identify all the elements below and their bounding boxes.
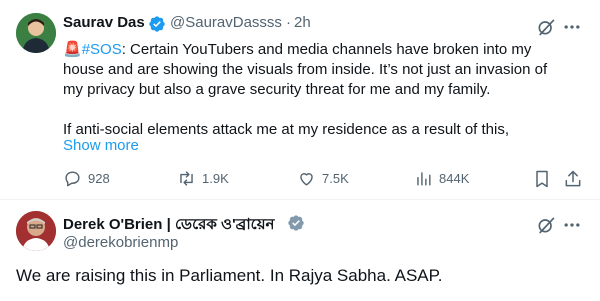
- retweet-count: 1.9K: [202, 171, 229, 186]
- reply-text: We are raising this in Parliament. In Ra…: [16, 266, 443, 285]
- tweet-text-line-3: my privacy but also a grave security thr…: [63, 81, 491, 98]
- share-icon[interactable]: [563, 169, 583, 189]
- reply-icon: [65, 171, 80, 187]
- hashtag-link[interactable]: #SOS: [82, 41, 122, 58]
- verified-badge-icon: [149, 16, 165, 32]
- author-handle[interactable]: @SauravDassss: [170, 14, 282, 31]
- reply-button[interactable]: 928: [63, 169, 110, 188]
- divider: [0, 199, 600, 200]
- timestamp[interactable]: 2h: [294, 14, 311, 31]
- tweet-text-line-1: : Certain YouTubers and media channels h…: [121, 41, 532, 58]
- grok-icon[interactable]: [536, 215, 556, 235]
- reply-count: 928: [88, 171, 110, 186]
- reply-author-handle[interactable]: @derekobrienmp: [63, 234, 178, 251]
- like-button[interactable]: 7.5K: [297, 169, 349, 188]
- reply-avatar[interactable]: [16, 211, 56, 251]
- more-icon[interactable]: [562, 17, 582, 37]
- views-button[interactable]: 844K: [414, 169, 469, 188]
- author-name[interactable]: Saurav Das: [63, 14, 145, 31]
- retweet-icon: [180, 171, 193, 186]
- tweet-text: 🚨#SOS: Certain YouTubers and media chann…: [63, 40, 583, 140]
- siren-emoji: 🚨: [63, 41, 82, 58]
- avatar[interactable]: [16, 13, 56, 53]
- grok-icon[interactable]: [536, 17, 556, 37]
- views-count: 844K: [439, 171, 470, 186]
- like-icon: [300, 173, 313, 186]
- more-icon[interactable]: [562, 215, 582, 235]
- show-more-link[interactable]: Show more: [63, 137, 139, 154]
- like-count: 7.5K: [322, 171, 349, 186]
- separator: ·: [286, 14, 291, 31]
- views-icon: [417, 172, 431, 186]
- tweet-text-line-2: house and are showing the visuals from i…: [63, 61, 548, 78]
- retweet-button[interactable]: 1.9K: [177, 169, 229, 188]
- bookmark-icon[interactable]: [532, 169, 552, 189]
- verified-badge-icon: [288, 215, 304, 231]
- tweet-text-line-4: If anti-social elements attack me at my …: [63, 121, 510, 138]
